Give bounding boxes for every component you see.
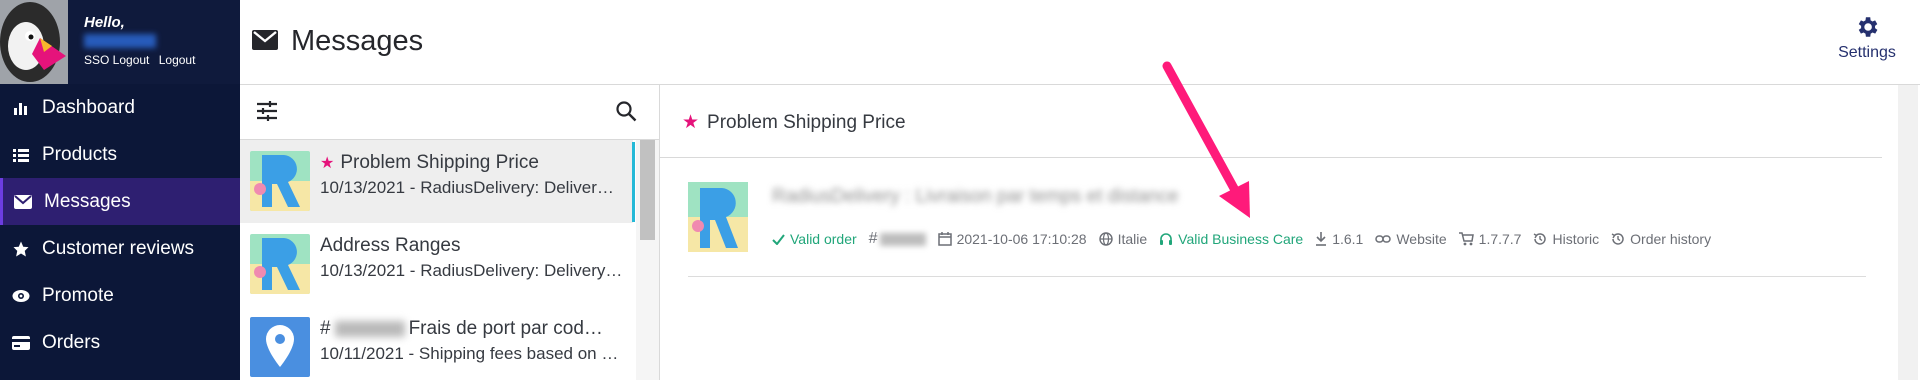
message-subject: ★ Problem Shipping Price — [320, 152, 539, 173]
module-name-redacted: RadiusDelivery : Livraison par temps et … — [772, 186, 1179, 207]
website-link[interactable]: Website — [1375, 231, 1447, 247]
sidebar-item-label: Products — [42, 143, 117, 165]
greeting: Hello, — [84, 14, 125, 31]
message-meta: Valid order # 2021-10-06 17:10:28 Italie… — [772, 230, 1723, 248]
star-icon: ★ — [320, 155, 335, 172]
order-status: Valid order — [772, 231, 857, 247]
sidebar-item-orders[interactable]: Orders — [0, 319, 240, 366]
settings-button[interactable]: Settings — [1832, 14, 1902, 62]
settings-label: Settings — [1838, 44, 1896, 61]
sidebar-item-products[interactable]: Products — [0, 131, 240, 178]
globe-icon — [1098, 232, 1113, 246]
sidebar-item-dashboard[interactable]: Dashboard — [0, 84, 240, 131]
historic-link[interactable]: Historic — [1533, 231, 1599, 247]
filter-sliders-icon[interactable] — [255, 99, 279, 123]
prestashop-version: 1.7.7.7 — [1458, 231, 1521, 247]
history-icon — [1534, 233, 1547, 245]
list-item[interactable]: ★ Problem Shipping Price 10/13/2021 - Rad… — [240, 140, 633, 223]
list-icon — [12, 146, 30, 164]
list-item[interactable]: Address Ranges 10/13/2021 - RadiusDelive… — [240, 223, 633, 306]
detail-scrollbar[interactable] — [1898, 85, 1918, 380]
order-history-link[interactable]: Order history — [1611, 231, 1711, 247]
envelope-icon — [14, 193, 32, 211]
logout-link[interactable]: Logout — [159, 53, 196, 67]
sidebar: Hello, SSO Logout Logout Dashboard Produ… — [0, 0, 240, 380]
sidebar-item-messages[interactable]: Messages — [0, 178, 240, 225]
gear-icon — [1858, 17, 1878, 37]
sidebar-item-label: Promote — [42, 284, 114, 306]
list-item[interactable]: # Frais de port par cod… 10/11/2021 - Shi… — [240, 306, 633, 389]
page-title: Messages — [291, 25, 424, 57]
divider — [660, 157, 1882, 158]
module-version: 1.6.1 — [1315, 231, 1363, 247]
radius-delivery-thumb — [250, 234, 310, 294]
message-list-toolbar — [240, 85, 659, 140]
sidebar-item-label: Customer reviews — [42, 237, 195, 259]
eye-icon — [12, 287, 30, 305]
redacted-order-number — [334, 320, 405, 337]
list-scrollbar[interactable] — [636, 140, 659, 380]
sidebar-item-label: Messages — [44, 190, 131, 212]
sidebar-nav: Dashboard Products Messages Customer rev… — [0, 84, 240, 380]
link-icon — [1375, 235, 1392, 243]
star-icon: ★ — [682, 112, 700, 133]
redacted-order-id — [879, 232, 926, 246]
list-scrollbar-thumb[interactable] — [640, 140, 655, 240]
sidebar-item-label: Orders — [42, 331, 101, 353]
order-number: # — [869, 230, 926, 248]
message-list-panel: ★ Problem Shipping Price 10/13/2021 - Rad… — [240, 85, 660, 380]
page-header: Messages Settings — [240, 0, 1920, 85]
headset-icon — [1160, 233, 1173, 245]
puffin-logo-icon — [0, 0, 68, 84]
sidebar-item-promote[interactable]: Promote — [0, 272, 240, 319]
message-preview: 10/11/2021 - Shipping fees based on … — [320, 344, 619, 363]
country: Italie — [1098, 231, 1147, 247]
username-redacted — [84, 34, 156, 48]
cart-icon — [1458, 232, 1474, 246]
message-date: 2021-10-06 17:10:28 — [937, 231, 1087, 247]
credit-card-icon — [12, 334, 30, 352]
message-preview: 10/13/2021 - RadiusDelivery: Delivery… — [320, 261, 623, 280]
message-detail-panel: ★ Problem Shipping Price RadiusDelivery :… — [660, 85, 1918, 380]
map-pin-thumb — [250, 317, 310, 377]
radius-delivery-thumb — [250, 151, 310, 211]
sidebar-item-label: Dashboard — [42, 96, 135, 118]
message-preview: 10/13/2021 - RadiusDelivery: Deliver… — [320, 178, 614, 197]
check-icon — [772, 233, 785, 245]
calendar-icon — [937, 232, 952, 246]
message-subject: Address Ranges — [320, 235, 461, 256]
radius-delivery-thumb — [688, 182, 748, 252]
selected-indicator — [632, 142, 635, 222]
divider — [688, 276, 1866, 277]
search-icon[interactable] — [615, 100, 637, 122]
detail-title: ★ Problem Shipping Price — [682, 112, 906, 133]
sidebar-item-customer-reviews[interactable]: Customer reviews — [0, 225, 240, 272]
download-icon — [1316, 232, 1327, 246]
support-status: Valid Business Care — [1159, 231, 1303, 247]
sso-logout-link[interactable]: SSO Logout — [84, 53, 149, 67]
message-subject: # Frais de port par cod… — [320, 318, 603, 339]
sidebar-brand: Hello, SSO Logout Logout — [0, 0, 240, 84]
bar-chart-icon — [12, 99, 30, 117]
star-icon — [12, 240, 30, 258]
envelope-icon — [252, 30, 278, 50]
history-icon — [1611, 233, 1624, 245]
